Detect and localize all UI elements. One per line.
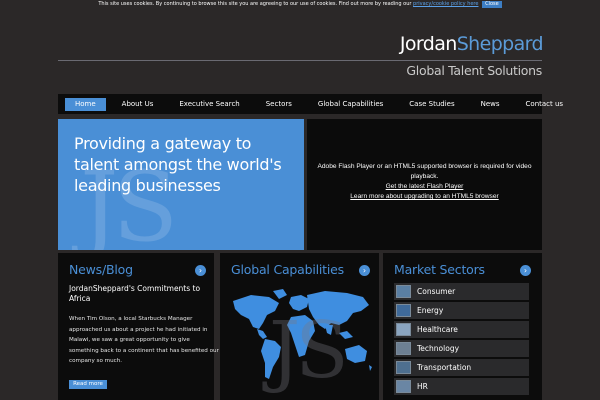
cookie-text: This site uses cookies. By continuing to… <box>98 1 412 7</box>
video-player[interactable]: Adobe Flash Player or an HTML5 supported… <box>307 119 542 250</box>
nav-item-executive-search[interactable]: Executive Search <box>169 98 249 111</box>
logo-last: Sheppard <box>456 33 544 55</box>
sectors-title: Market Sectors <box>394 262 485 277</box>
nav-item-news[interactable]: News <box>471 98 510 111</box>
read-more-button[interactable]: Read more <box>69 380 107 389</box>
nav-item-case-studies[interactable]: Case Studies <box>399 98 464 111</box>
news-panel: News/Blog › JordanSheppard's Commitments… <box>58 253 219 400</box>
html5-upgrade-link[interactable]: Learn more about upgrading to an HTML5 b… <box>307 192 542 202</box>
world-map[interactable]: JS <box>229 283 374 400</box>
hero-banner: JS Providing a gateway to talent amongst… <box>58 119 304 250</box>
nav-item-home[interactable]: Home <box>65 97 106 111</box>
news-title: News/Blog <box>69 262 133 277</box>
logo-divider <box>58 60 542 61</box>
energy-thumbnail <box>396 304 411 317</box>
sector-item-energy[interactable]: Energy <box>394 302 529 319</box>
flash-message: Adobe Flash Player or an HTML5 supported… <box>317 163 532 180</box>
sectors-panel: Market Sectors › Consumer Energy Healthc… <box>383 253 542 400</box>
news-arrow-icon[interactable]: › <box>195 265 206 276</box>
sector-label: Energy <box>417 306 444 315</box>
capabilities-title: Global Capabilities <box>231 262 344 277</box>
sector-label: Transportation <box>417 363 472 372</box>
sector-item-transportation[interactable]: Transportation <box>394 359 529 376</box>
logo-first: Jordan <box>399 33 457 55</box>
consumer-thumbnail <box>396 285 411 298</box>
nav-item-global-capabilities[interactable]: Global Capabilities <box>308 98 393 111</box>
sectors-arrow-icon[interactable]: › <box>520 265 531 276</box>
hero-heading: Providing a gateway to talent amongst th… <box>74 134 282 195</box>
tagline: Global Talent Solutions <box>406 63 542 78</box>
cookie-bar: This site uses cookies. By continuing to… <box>0 0 600 9</box>
sector-list: Consumer Energy Healthcare Technology Tr… <box>394 283 529 397</box>
site-logo[interactable]: JordanSheppard <box>399 32 544 56</box>
capabilities-arrow-icon[interactable]: › <box>359 265 370 276</box>
healthcare-thumbnail <box>396 323 411 336</box>
news-body: When Tim Olson, a local Starbucks Manage… <box>69 316 219 364</box>
cookie-close-button[interactable]: Close <box>482 1 502 8</box>
news-headline[interactable]: JordanSheppard's Commitments to Africa <box>69 284 209 304</box>
transportation-thumbnail <box>396 361 411 374</box>
hr-thumbnail <box>396 380 411 393</box>
sector-item-hr[interactable]: HR <box>394 378 529 395</box>
sector-label: HR <box>417 382 428 391</box>
sector-item-consumer[interactable]: Consumer <box>394 283 529 300</box>
flash-player-link[interactable]: Get the latest Flash Player <box>307 182 542 192</box>
sector-label: Consumer <box>417 287 456 296</box>
nav-item-about-us[interactable]: About Us <box>112 98 164 111</box>
technology-thumbnail <box>396 342 411 355</box>
capabilities-panel: Global Capabilities › JS <box>220 253 379 400</box>
nav-item-contact-us[interactable]: Contact us <box>516 98 574 111</box>
sector-item-technology[interactable]: Technology <box>394 340 529 357</box>
cookie-policy-link[interactable]: privacy/cookie policy here <box>413 1 478 7</box>
main-nav: Home About Us Executive Search Sectors G… <box>58 94 563 114</box>
nav-item-sectors[interactable]: Sectors <box>256 98 302 111</box>
map-js-watermark: JS <box>269 306 349 396</box>
sector-item-healthcare[interactable]: Healthcare <box>394 321 529 338</box>
sector-label: Technology <box>417 344 460 353</box>
sector-label: Healthcare <box>417 325 458 334</box>
